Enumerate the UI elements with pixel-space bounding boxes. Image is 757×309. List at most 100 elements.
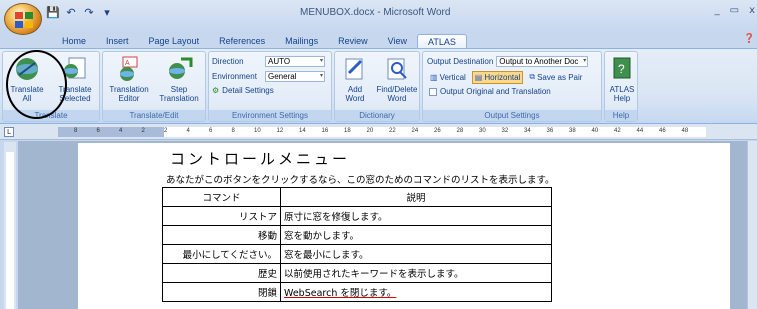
svg-text:A: A xyxy=(125,60,130,67)
ruler-number: 32 xyxy=(501,128,509,134)
translate-edit-group-label: Translate/Edit xyxy=(103,110,205,121)
window-controls: _ ▭ x xyxy=(715,5,755,16)
add-word-icon xyxy=(345,58,363,80)
environment-select[interactable]: General ▾ xyxy=(265,71,325,82)
document-intro-text: あなたがこのボタンをクリックするなら、この窓のためのコマンドのリストを表示します… xyxy=(166,175,555,186)
vertical-scrollbar[interactable] xyxy=(747,141,757,309)
table-row: 移動 窓を動かします。 xyxy=(162,225,552,245)
document-heading: コントロールメニュー xyxy=(170,150,351,168)
help-group-label: Help xyxy=(605,110,637,121)
header-command: コマンド xyxy=(162,187,281,207)
help-book-icon: ? xyxy=(613,57,631,79)
ruler-number: 30 xyxy=(479,128,486,134)
undo-icon[interactable]: ↶ xyxy=(64,6,78,20)
quick-access-toolbar: 💾 ↶ ↷ ▾ xyxy=(46,6,114,20)
redo-icon[interactable]: ↷ xyxy=(82,6,96,20)
command-table: コマンド 説明 リストア 原寸に窓を修復します。 移動 窓を動かします。 最小に… xyxy=(162,187,552,302)
dictionary-group: Add Word Find/Delete Word Dictionary xyxy=(334,51,420,122)
horizontal-button[interactable]: ▤ Horizontal xyxy=(471,70,524,84)
ruler-number: 20 xyxy=(366,128,374,134)
ruler-number: 42 xyxy=(614,128,621,134)
help-group: ? ATLAS Help Help xyxy=(604,51,638,122)
title-bar: 💾 ↶ ↷ ▾ MENUBOX.docx - Microsoft Word _ … xyxy=(0,0,757,34)
vertical-button[interactable]: ▥ Vertical xyxy=(427,71,469,84)
ribbon: Translate All Translate Selected Transla… xyxy=(0,48,757,124)
office-button[interactable] xyxy=(4,3,42,35)
ruler-number: 4 xyxy=(186,128,190,134)
output-destination-label: Output Destination xyxy=(427,57,494,66)
translate-edit-group: A Translation Editor Step Translation Tr… xyxy=(102,51,206,122)
description-cell: 窓を最小にします。 xyxy=(280,244,552,264)
ruler-number: 6 xyxy=(96,128,100,134)
table-row: 最小にしてください。 窓を最小にします。 xyxy=(162,244,552,264)
horizontal-layout-icon: ▤ xyxy=(474,72,483,82)
command-cell: 閉鎖 xyxy=(162,282,281,302)
magnifier-icon xyxy=(387,58,407,80)
minimize-button[interactable]: _ xyxy=(715,5,720,16)
document-translate-icon xyxy=(64,57,86,79)
ruler-number: 28 xyxy=(456,128,464,134)
ruler-number: 34 xyxy=(524,128,531,134)
ruler-number: 46 xyxy=(659,128,666,134)
ruler-number: 18 xyxy=(344,128,351,134)
command-cell: 移動 xyxy=(162,225,281,245)
customize-qat-icon[interactable]: ▾ xyxy=(100,6,114,20)
direction-row: Direction AUTO ▾ xyxy=(212,56,325,67)
ruler-number: 14 xyxy=(299,128,306,134)
environment-settings-group: Direction AUTO ▾ Environment General ▾ ⚙… xyxy=(208,51,332,122)
environment-row: Environment General ▾ xyxy=(212,71,325,82)
command-cell: リストア xyxy=(162,206,281,226)
translation-editor-button[interactable]: A Translation Editor xyxy=(105,55,153,103)
office-logo-icon xyxy=(15,12,33,28)
vertical-layout-icon: ▥ xyxy=(430,72,438,82)
translate-group: Translate All Translate Selected Transla… xyxy=(2,51,100,122)
atlas-help-button[interactable]: ? ATLAS Help xyxy=(598,55,646,103)
close-button[interactable]: x xyxy=(749,5,755,16)
translation-editor-icon: A xyxy=(120,56,138,81)
settings-icon: ⚙ xyxy=(212,86,220,95)
ruler-number: 8 xyxy=(74,128,78,134)
ruler-number: 8 xyxy=(231,128,235,134)
checkbox[interactable] xyxy=(429,87,437,96)
ruler-number: 22 xyxy=(389,128,396,134)
description-cell: 原寸に窓を修復します。 xyxy=(280,206,552,226)
translate-selected-button[interactable]: Translate Selected xyxy=(51,55,99,103)
dictionary-group-label: Dictionary xyxy=(335,110,419,121)
output-original-checkbox[interactable]: Output Original and Translation xyxy=(429,87,551,96)
ruler-number: 40 xyxy=(591,128,599,134)
environment-label: Environment xyxy=(212,72,257,81)
table-row: 閉鎖 WebSearch を閉じます。 xyxy=(162,282,552,302)
help-icon[interactable]: ❓ xyxy=(744,34,755,44)
ruler-number: 2 xyxy=(164,128,168,134)
description-cell: WebSearch を閉じます。 xyxy=(280,282,552,302)
command-cell: 歴史 xyxy=(162,263,281,283)
direction-label: Direction xyxy=(212,57,244,66)
output-destination-select[interactable]: Output to Another Doc ▾ xyxy=(496,56,589,67)
add-word-button[interactable]: Add Word xyxy=(331,55,379,103)
output-settings-group: Output Destination Output to Another Doc… xyxy=(422,51,602,122)
environment-settings-group-label: Environment Settings xyxy=(209,110,331,121)
direction-select[interactable]: AUTO ▾ xyxy=(265,56,325,67)
ruler-number: 4 xyxy=(119,128,123,134)
description-cell: 窓を動かします。 xyxy=(280,225,552,245)
layout-row: ▥ Vertical ▤ Horizontal ⧉ Save as Pair xyxy=(427,70,585,84)
ribbon-tabs: Home Insert Page Layout References Maili… xyxy=(52,34,467,50)
ruler-number: 10 xyxy=(254,128,261,134)
find-delete-word-button[interactable]: Find/Delete Word xyxy=(373,55,421,103)
save-pair-icon: ⧉ xyxy=(529,72,536,81)
output-destination-row: Output Destination Output to Another Doc… xyxy=(427,56,589,67)
save-icon[interactable]: 💾 xyxy=(46,6,60,20)
table-header-row: コマンド 説明 xyxy=(162,187,552,207)
table-row: 歴史 以前使用されたキーワードを表示します。 xyxy=(162,263,552,283)
tab-stop-selector[interactable]: L xyxy=(4,127,14,137)
translate-all-button[interactable]: Translate All xyxy=(3,55,51,103)
detail-settings-button[interactable]: ⚙ Detail Settings xyxy=(212,86,274,95)
step-translation-button[interactable]: Step Translation xyxy=(155,55,203,103)
header-description: 説明 xyxy=(280,187,552,207)
save-as-pair-button[interactable]: ⧉ Save as Pair xyxy=(526,70,585,84)
ruler-number: 36 xyxy=(546,128,554,134)
ruler-number: 16 xyxy=(321,128,329,134)
ruler-number: 24 xyxy=(411,128,419,134)
maximize-button[interactable]: ▭ xyxy=(730,5,739,16)
ruler-number: 26 xyxy=(434,128,441,134)
